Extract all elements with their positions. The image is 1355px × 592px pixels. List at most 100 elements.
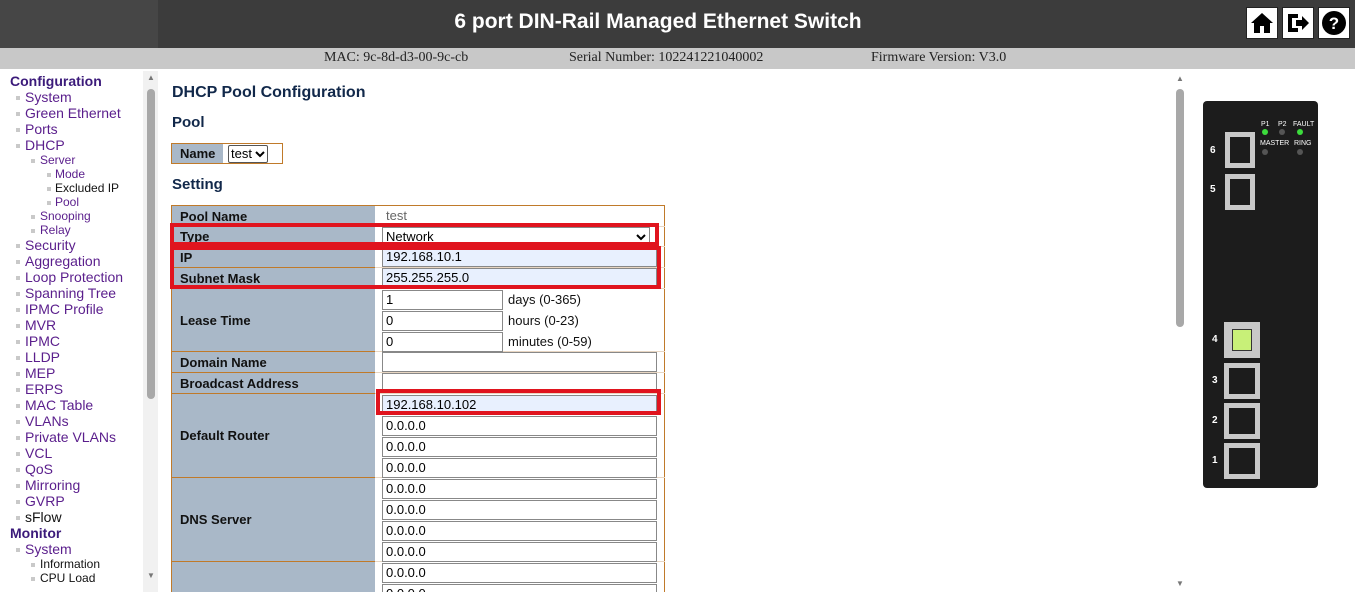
scroll-up-arrow-icon[interactable]: ▲ — [1176, 74, 1184, 83]
nav-item-loop-protection[interactable]: Loop Protection — [0, 269, 143, 285]
nav-item-mirroring[interactable]: Mirroring — [0, 477, 143, 493]
dns-server-input-4[interactable]: 0.0.0.0 — [382, 542, 657, 562]
broadcast-address-label: Broadcast Address — [172, 373, 375, 394]
nav-item-ports[interactable]: Ports — [0, 121, 143, 137]
nav-item-pool[interactable]: Pool — [0, 195, 143, 209]
port-6-label: 6 — [1210, 145, 1216, 156]
sidebar-scroll-thumb[interactable] — [147, 89, 155, 399]
lease-days-unit: days (0-365) — [508, 292, 581, 307]
nav-section-monitor[interactable]: Monitor — [0, 525, 143, 541]
mac-address: MAC: 9c-8d-d3-00-9c-cb — [324, 50, 469, 65]
serial-number: Serial Number: 102241221040002 — [569, 50, 764, 65]
logout-icon[interactable] — [1282, 7, 1314, 39]
sfp-port-5[interactable] — [1225, 174, 1255, 210]
port-2-label: 2 — [1212, 415, 1218, 426]
lease-minutes-unit: minutes (0-59) — [508, 334, 592, 349]
port-5-label: 5 — [1210, 184, 1216, 195]
nav-item-spanning-tree[interactable]: Spanning Tree — [0, 285, 143, 301]
led-p1-icon — [1262, 129, 1268, 135]
dns-server-input-1[interactable]: 0.0.0.0 — [382, 479, 657, 499]
nav-item-excluded-ip[interactable]: Excluded IP — [0, 181, 143, 195]
nav-item-gvrp[interactable]: GVRP — [0, 493, 143, 509]
next-row-input-1[interactable]: 0.0.0.0 — [382, 563, 657, 583]
next-row-input-2[interactable]: 0.0.0.0 — [382, 584, 657, 592]
scroll-down-arrow-icon[interactable]: ▼ — [147, 571, 155, 580]
nav-item-erps[interactable]: ERPS — [0, 381, 143, 397]
default-router-input-3[interactable]: 0.0.0.0 — [382, 437, 657, 457]
domain-name-label: Domain Name — [172, 352, 375, 373]
lease-hours-input[interactable]: 0 — [382, 311, 503, 331]
firmware-version: Firmware Version: V3.0 — [871, 50, 1007, 65]
nav-item-private-vlans[interactable]: Private VLANs — [0, 429, 143, 445]
port-4-label: 4 — [1212, 334, 1218, 345]
nav-item-vlans[interactable]: VLANs — [0, 413, 143, 429]
led-fault-label: FAULT — [1293, 121, 1315, 128]
logo-area — [0, 0, 158, 48]
nav-item-snooping[interactable]: Snooping — [0, 209, 143, 223]
nav-item-mep[interactable]: MEP — [0, 365, 143, 381]
led-p2-icon — [1279, 129, 1285, 135]
nav-item-information[interactable]: Information — [0, 557, 143, 571]
domain-name-input[interactable] — [382, 352, 657, 372]
main-scroll-thumb[interactable] — [1176, 89, 1184, 327]
led-ring-label: RING — [1294, 140, 1312, 147]
chevron-down-icon — [255, 151, 265, 158]
dns-server-input-2[interactable]: 0.0.0.0 — [382, 500, 657, 520]
scroll-down-arrow-icon[interactable]: ▼ — [1176, 579, 1184, 588]
rj45-port-2[interactable] — [1224, 403, 1260, 439]
nav-section-configuration[interactable]: Configuration — [0, 73, 143, 89]
default-router-label: Default Router — [172, 394, 375, 478]
pool-name-table: Name test — [171, 143, 283, 164]
port-1-label: 1 — [1212, 455, 1218, 466]
nav-item-dhcp-server[interactable]: Server — [0, 153, 143, 167]
nav-item-lldp[interactable]: LLDP — [0, 349, 143, 365]
nav-item-relay[interactable]: Relay — [0, 223, 143, 237]
sidebar-nav: Configuration System Green Ethernet Port… — [0, 71, 158, 592]
lease-minutes-input[interactable]: 0 — [382, 332, 503, 352]
nav-item-dhcp[interactable]: DHCP — [0, 137, 143, 153]
lease-days-input[interactable]: 1 — [382, 290, 503, 310]
home-icon[interactable] — [1246, 7, 1278, 39]
nav-item-aggregation[interactable]: Aggregation — [0, 253, 143, 269]
nav-item-sflow[interactable]: sFlow — [0, 509, 143, 525]
setting-heading: Setting — [172, 176, 223, 193]
header-toolbar: ? — [1246, 7, 1350, 39]
device-front-panel: P1 P2 FAULT MASTER RING 6 5 4 3 2 1 — [1203, 101, 1318, 488]
next-row-label — [172, 562, 375, 592]
nav-item-green-ethernet[interactable]: Green Ethernet — [0, 105, 143, 121]
nav-item-cpu-load[interactable]: CPU Load — [0, 571, 143, 585]
device-info-bar: MAC: 9c-8d-d3-00-9c-cb Serial Number: 10… — [0, 48, 1355, 69]
highlight-type-row — [170, 223, 659, 246]
dns-server-input-3[interactable]: 0.0.0.0 — [382, 521, 657, 541]
rj45-port-3[interactable] — [1224, 363, 1260, 399]
nav-item-system[interactable]: System — [0, 89, 143, 105]
nav-item-ipmc[interactable]: IPMC — [0, 333, 143, 349]
pool-heading: Pool — [172, 114, 205, 131]
lease-time-label: Lease Time — [172, 289, 375, 352]
lease-hours-unit: hours (0-23) — [508, 313, 579, 328]
nav-item-vcl[interactable]: VCL — [0, 445, 143, 461]
help-icon[interactable]: ? — [1318, 7, 1350, 39]
led-ring-icon — [1297, 149, 1303, 155]
pool-name-label: Name — [172, 144, 223, 163]
nav-item-qos[interactable]: QoS — [0, 461, 143, 477]
nav-item-monitor-system[interactable]: System — [0, 541, 143, 557]
default-router-input-2[interactable]: 0.0.0.0 — [382, 416, 657, 436]
sfp-port-6[interactable] — [1225, 132, 1255, 168]
led-p1-label: P1 — [1261, 121, 1270, 128]
scroll-up-arrow-icon[interactable]: ▲ — [147, 73, 155, 82]
nav-item-ipmc-profile[interactable]: IPMC Profile — [0, 301, 143, 317]
pool-name-select[interactable]: test — [228, 145, 268, 163]
nav-item-security[interactable]: Security — [0, 237, 143, 253]
nav-item-dhcp-mode[interactable]: Mode — [0, 167, 143, 181]
nav-item-mac-table[interactable]: MAC Table — [0, 397, 143, 413]
svg-text:?: ? — [1329, 14, 1339, 33]
default-router-input-4[interactable]: 0.0.0.0 — [382, 458, 657, 478]
main-scrollbar[interactable]: ▲ ▼ — [1172, 71, 1188, 592]
port-3-label: 3 — [1212, 375, 1218, 386]
sidebar-scrollbar[interactable]: ▲ ▼ — [143, 71, 158, 592]
rj45-port-1[interactable] — [1224, 443, 1260, 479]
rj45-port-4[interactable] — [1224, 322, 1260, 358]
led-p2-label: P2 — [1278, 121, 1287, 128]
nav-item-mvr[interactable]: MVR — [0, 317, 143, 333]
